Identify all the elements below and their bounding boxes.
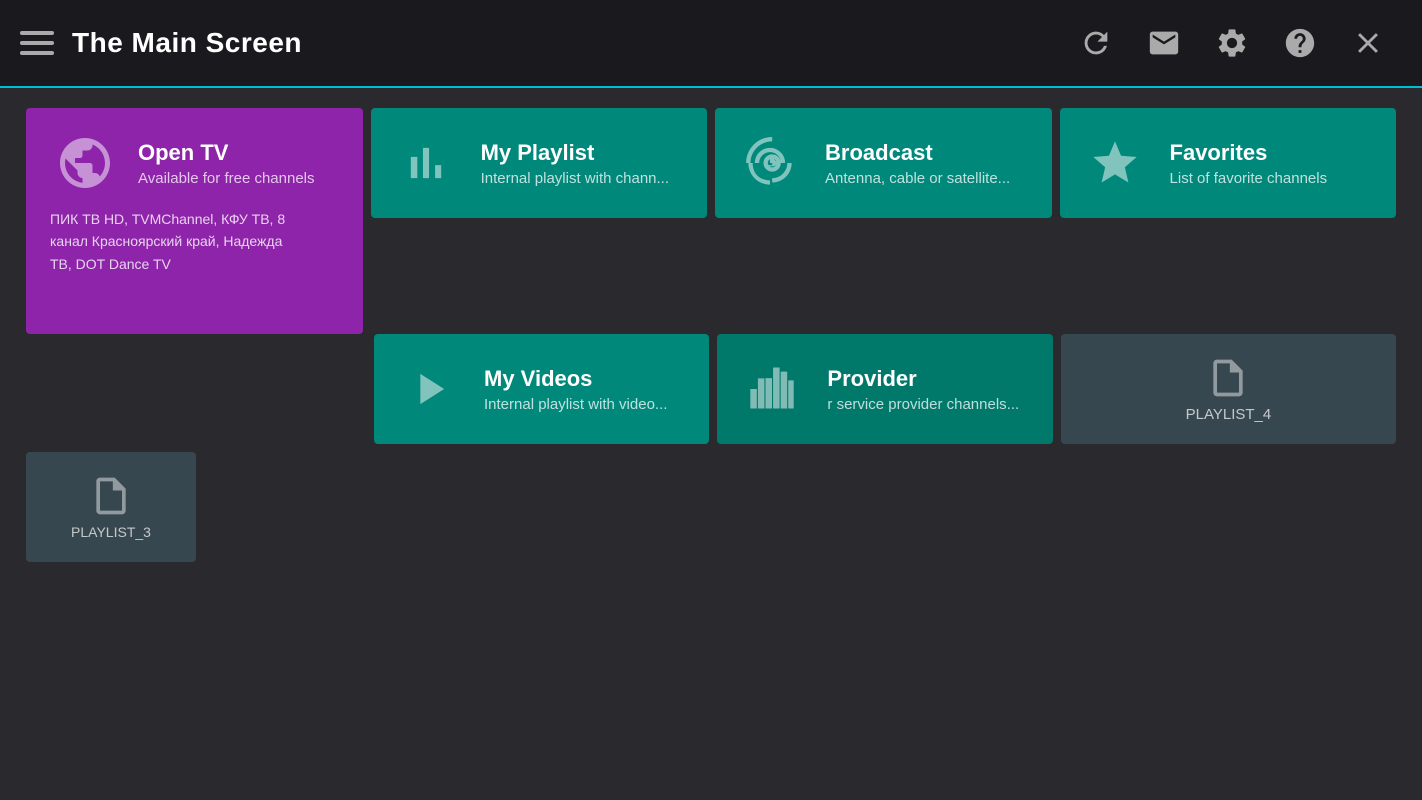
provider-title: Provider: [827, 366, 1019, 392]
broadcast-icon: [735, 128, 805, 198]
broadcast-title: Broadcast: [825, 140, 1010, 166]
open-tv-channels: ПИК ТВ HD, TVMChannel, КФУ ТВ, 8 канал К…: [50, 208, 285, 275]
star-icon: [1089, 137, 1141, 189]
playlist4-label: PLAYLIST_4: [1186, 406, 1272, 423]
playlist3-label: PLAYLIST_3: [71, 524, 151, 540]
my-videos-title: My Videos: [484, 366, 667, 392]
close-button[interactable]: [1334, 0, 1402, 87]
my-playlist-title: My Playlist: [481, 140, 669, 166]
refresh-button[interactable]: [1062, 0, 1130, 87]
settings-icon: [1215, 26, 1249, 60]
broadcast-subtitle: Antenna, cable or satellite...: [825, 170, 1010, 187]
refresh-icon: [1079, 26, 1113, 60]
file-icon: [1206, 356, 1250, 400]
main-content: Open TV Available for free channels ПИК …: [0, 88, 1422, 572]
my-playlist-text: My Playlist Internal playlist with chann…: [481, 140, 669, 187]
mail-icon: [1147, 26, 1181, 60]
playlist3-icon: [89, 474, 133, 518]
favorites-icon: [1080, 128, 1150, 198]
settings-button[interactable]: [1198, 0, 1266, 87]
provider-subtitle: r service provider channels...: [827, 396, 1019, 413]
antenna-icon: [744, 137, 796, 189]
grid-row-3: PLAYLIST_3: [26, 452, 1396, 562]
help-icon: [1283, 26, 1317, 60]
provider-tile[interactable]: Provider r service provider channels...: [717, 334, 1052, 444]
open-tv-subtitle: Available for free channels: [138, 170, 315, 187]
open-tv-top: Open TV Available for free channels: [50, 128, 315, 198]
grid-row-2: My Videos Internal playlist with video..…: [26, 334, 1396, 444]
provider-signal-icon: [746, 363, 798, 415]
file-icon-2: [89, 474, 133, 518]
open-tv-icon: [50, 128, 120, 198]
favorites-title: Favorites: [1170, 140, 1328, 166]
header: The Main Screen: [0, 0, 1422, 88]
favorites-subtitle: List of favorite channels: [1170, 170, 1328, 187]
my-playlist-icon: [391, 128, 461, 198]
provider-text: Provider r service provider channels...: [827, 366, 1019, 413]
mail-button[interactable]: [1130, 0, 1198, 87]
page-title: The Main Screen: [72, 27, 302, 59]
header-actions: [1062, 0, 1402, 87]
broadcast-tile[interactable]: Broadcast Antenna, cable or satellite...: [715, 108, 1051, 218]
playlist4-tile[interactable]: PLAYLIST_4: [1061, 334, 1396, 444]
my-playlist-tile[interactable]: My Playlist Internal playlist with chann…: [371, 108, 707, 218]
close-icon: [1351, 26, 1385, 60]
my-videos-subtitle: Internal playlist with video...: [484, 396, 667, 413]
grid-row-1: Open TV Available for free channels ПИК …: [26, 108, 1396, 334]
header-left: The Main Screen: [20, 27, 302, 59]
provider-icon: [737, 354, 807, 424]
my-videos-tile[interactable]: My Videos Internal playlist with video..…: [374, 334, 709, 444]
playlist3-tile[interactable]: PLAYLIST_3: [26, 452, 196, 562]
my-playlist-subtitle: Internal playlist with chann...: [481, 170, 669, 187]
play-icon: [403, 363, 455, 415]
open-tv-title: Open TV: [138, 140, 315, 166]
bar-chart-icon: [400, 137, 452, 189]
favorites-text: Favorites List of favorite channels: [1170, 140, 1328, 187]
playlist4-icon: [1206, 356, 1250, 400]
my-videos-text: My Videos Internal playlist with video..…: [484, 366, 667, 413]
favorites-tile[interactable]: Favorites List of favorite channels: [1060, 108, 1396, 218]
open-tv-tile[interactable]: Open TV Available for free channels ПИК …: [26, 108, 363, 334]
help-button[interactable]: [1266, 0, 1334, 87]
my-videos-icon: [394, 354, 464, 424]
globe-icon: [55, 133, 115, 193]
broadcast-text: Broadcast Antenna, cable or satellite...: [825, 140, 1010, 187]
open-tv-text: Open TV Available for free channels: [138, 140, 315, 187]
menu-icon[interactable]: [20, 31, 54, 55]
